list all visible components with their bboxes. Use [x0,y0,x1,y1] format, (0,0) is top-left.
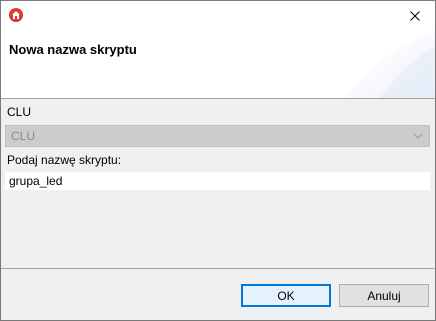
cancel-button[interactable]: Anuluj [339,284,429,307]
dialog-title: Nowa nazwa skryptu [9,42,137,57]
dialog-window: Nowa nazwa skryptu CLU CLU Podaj nazwę s… [0,0,436,321]
close-icon [410,11,420,21]
clu-select-value: CLU [11,129,36,143]
script-name-label: Podaj nazwę skryptu: [7,153,122,167]
chevron-down-icon [413,133,423,139]
clu-select[interactable]: CLU [5,125,430,147]
header-decoration [345,31,435,98]
home-icon [9,8,23,22]
dialog-header: Nowa nazwa skryptu [1,31,435,99]
footer-divider [1,268,435,269]
title-bar[interactable] [1,1,435,31]
close-button[interactable] [395,1,435,31]
script-name-input[interactable] [5,172,430,190]
clu-label: CLU [7,105,32,119]
ok-button[interactable]: OK [241,284,331,307]
